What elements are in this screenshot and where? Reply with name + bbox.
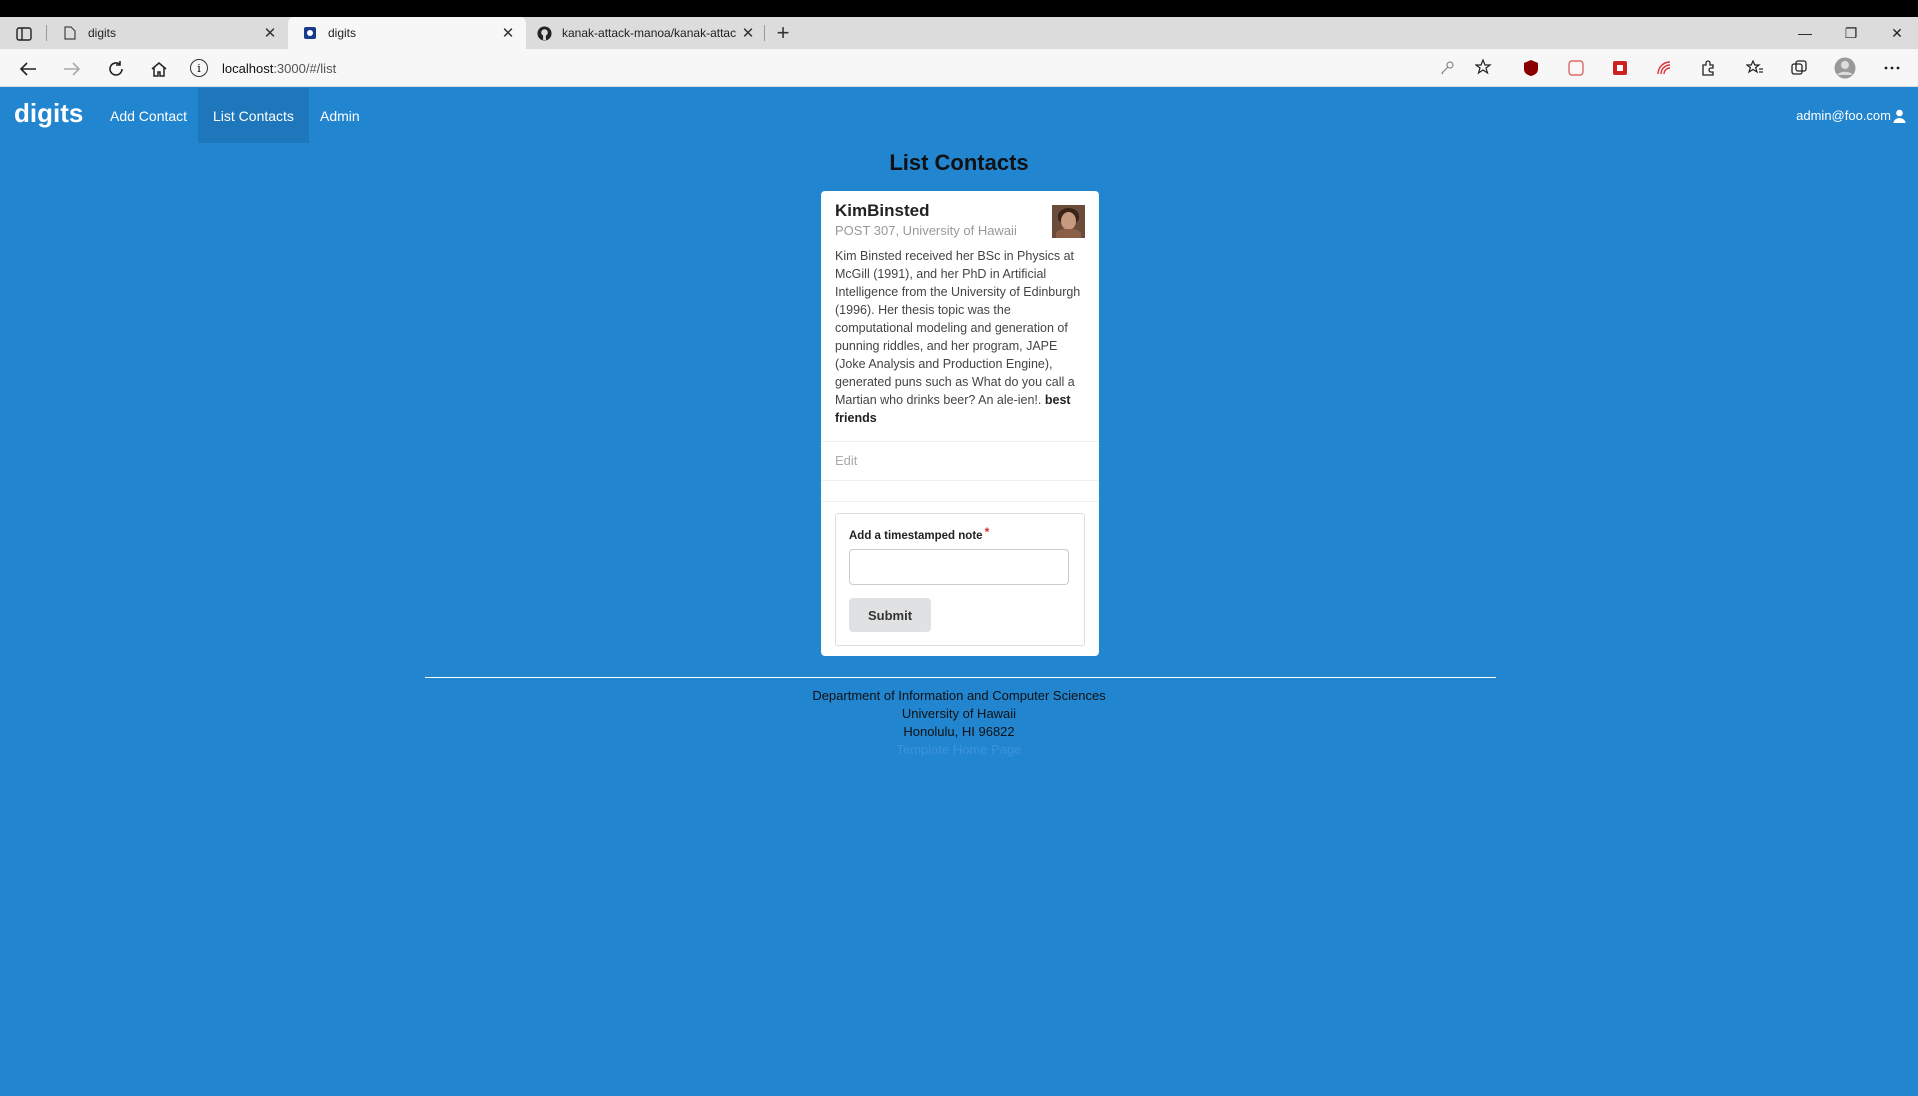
card-header: KimBinsted POST 307, University of Hawai…: [835, 201, 1017, 238]
extensions-puzzle-icon[interactable]: [1697, 57, 1719, 79]
note-form: Add a timestamped note * Submit: [835, 513, 1085, 646]
more-options-icon[interactable]: [1881, 57, 1903, 79]
required-marker: *: [984, 525, 990, 539]
digits-favicon-icon: [302, 25, 318, 41]
extension-red-square-icon[interactable]: [1609, 57, 1631, 79]
description-text: Kim Binsted received her BSc in Physics …: [835, 249, 1081, 407]
nav-list-contacts[interactable]: List Contacts: [198, 88, 309, 143]
contact-description: Kim Binsted received her BSc in Physics …: [835, 247, 1087, 427]
favorites-icon[interactable]: [1744, 57, 1766, 79]
url-text: localhost:3000/#/list: [222, 60, 337, 76]
tab-separator: [46, 25, 47, 41]
footer-template-link[interactable]: Template Home Page: [0, 741, 1918, 759]
new-tab-icon[interactable]: +: [770, 20, 796, 46]
footer-department: Department of Information and Computer S…: [812, 688, 1106, 703]
contact-name: KimBinsted: [835, 201, 930, 220]
card-divider: [821, 501, 1099, 502]
extension-signal-icon[interactable]: [1653, 57, 1675, 79]
app-navbar: digits Add Contact List Contacts Admin a…: [0, 88, 1918, 143]
browser-tab-3[interactable]: kanak-attack-manoa/kanak-attac ✕: [526, 17, 766, 49]
note-label-text: Add a timestamped note: [849, 530, 983, 542]
brand-logo[interactable]: digits: [14, 98, 83, 129]
minimize-icon[interactable]: —: [1782, 17, 1828, 49]
nav-admin[interactable]: Admin: [305, 88, 375, 143]
note-input[interactable]: [849, 549, 1069, 585]
browser-tab-1[interactable]: digits ✕: [48, 17, 288, 49]
page-title: List Contacts: [889, 150, 1029, 175]
browser-tab-bar: digits ✕ digits ✕ kanak-attack-manoa/kan…: [0, 17, 1918, 49]
submit-button[interactable]: Submit: [849, 598, 931, 632]
edit-link[interactable]: Edit: [835, 453, 857, 468]
footer-address: Honolulu, HI 96822: [903, 724, 1015, 739]
footer-divider: [425, 677, 1496, 678]
address-bar[interactable]: i localhost:3000/#/list: [190, 53, 1490, 83]
tab-title: digits: [328, 26, 357, 40]
close-tab-icon[interactable]: ✕: [496, 21, 520, 45]
collections-icon[interactable]: [1788, 57, 1810, 79]
browser-toolbar: i localhost:3000/#/list: [0, 49, 1918, 87]
contact-address: POST 307, University of Hawaii: [835, 223, 1017, 238]
restore-icon[interactable]: ❐: [1828, 17, 1874, 49]
nav-add-contact[interactable]: Add Contact: [95, 88, 202, 143]
tab-separator: [764, 25, 765, 41]
forward-icon[interactable]: [58, 55, 86, 83]
profile-avatar-icon[interactable]: [1834, 57, 1856, 79]
close-tab-icon[interactable]: ✕: [258, 21, 282, 45]
tab-title: digits: [88, 26, 117, 40]
back-icon[interactable]: [14, 55, 42, 83]
ublock-icon[interactable]: [1520, 57, 1542, 79]
card-divider: [821, 441, 1099, 442]
browser-tab-2[interactable]: digits ✕: [288, 17, 526, 49]
close-window-icon[interactable]: ✕: [1874, 17, 1918, 49]
site-info-icon[interactable]: i: [190, 59, 208, 77]
tab-actions-icon[interactable]: [10, 22, 38, 46]
close-tab-icon[interactable]: ✕: [736, 21, 760, 45]
add-favorite-icon[interactable]: [1473, 57, 1495, 79]
user-icon: [1893, 109, 1906, 123]
extension-red-outline-icon[interactable]: [1565, 57, 1587, 79]
card-divider: [821, 480, 1099, 481]
footer: Department of Information and Computer S…: [0, 687, 1918, 759]
contact-card: KimBinsted POST 307, University of Hawai…: [821, 191, 1099, 656]
page-icon: [62, 25, 78, 41]
home-icon[interactable]: [145, 55, 173, 83]
reload-icon[interactable]: [102, 55, 130, 83]
note-label: Add a timestamped note *: [849, 525, 990, 542]
tab-title: kanak-attack-manoa/kanak-attac: [562, 26, 736, 40]
user-menu[interactable]: admin@foo.com: [1796, 88, 1906, 143]
footer-university: University of Hawaii: [901, 706, 1017, 721]
github-icon: [536, 25, 552, 41]
contact-avatar: [1052, 205, 1085, 238]
user-email: admin@foo.com: [1796, 108, 1891, 123]
key-icon[interactable]: [1436, 57, 1458, 79]
window-top-strip: [0, 0, 1918, 17]
